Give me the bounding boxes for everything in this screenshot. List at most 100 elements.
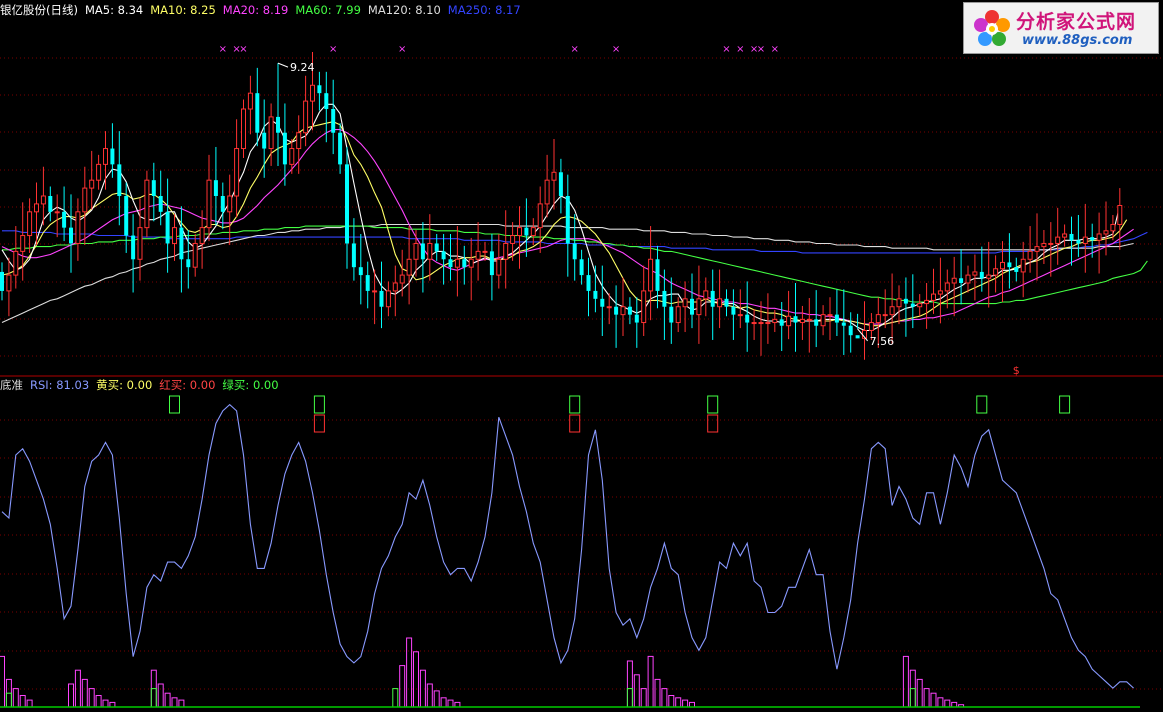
x-mark: × — [771, 44, 779, 55]
histogram-bar-magenta — [406, 637, 413, 708]
histogram-bar-magenta — [399, 665, 406, 708]
histogram-bar-green — [392, 688, 399, 708]
candle-body — [724, 298, 729, 307]
candle-body — [441, 251, 446, 260]
x-mark: × — [398, 44, 406, 55]
candle-body — [255, 93, 260, 133]
histogram-bar-magenta — [164, 692, 171, 708]
rsi-histogram — [0, 637, 965, 708]
histogram-bar-magenta — [675, 697, 682, 708]
candle-body — [117, 164, 122, 196]
candle-body — [669, 306, 674, 323]
legend-item: RSI: 81.03 — [30, 378, 90, 392]
candle-body — [806, 318, 812, 321]
candle-body — [1020, 258, 1026, 273]
candle-body — [1082, 236, 1088, 244]
histogram-bar-magenta — [95, 695, 102, 708]
candle-body — [1014, 267, 1019, 272]
candle-body — [227, 195, 233, 213]
candle-body — [1069, 233, 1074, 241]
candle-body — [896, 298, 902, 308]
histogram-bar-magenta — [447, 699, 454, 708]
candle-body — [758, 322, 764, 325]
candle-body — [103, 148, 108, 165]
legend-item: MA120: 8.10 — [367, 3, 441, 17]
site-logo[interactable]: 分析家公式网 www.88gs.com — [963, 2, 1159, 54]
histogram-bar-magenta — [426, 683, 433, 708]
candle-body — [544, 179, 550, 205]
legend-item: 黄买: 0.00 — [96, 378, 153, 392]
x-mark: × — [219, 44, 227, 55]
candle-body — [165, 211, 170, 244]
candle-body — [606, 306, 612, 309]
histogram-bar-magenta — [413, 651, 419, 708]
candle-body — [40, 195, 46, 205]
candle-body — [482, 250, 488, 253]
candle-body — [89, 179, 95, 189]
candle-body — [324, 93, 329, 109]
candle-body — [220, 196, 225, 212]
candle-body — [1076, 240, 1081, 244]
candle-body — [276, 116, 280, 133]
candle-body — [192, 242, 198, 268]
red-buy-marker — [313, 414, 325, 433]
candle-body — [889, 306, 895, 316]
candle-body — [399, 274, 405, 284]
histogram-bar-magenta — [102, 699, 109, 708]
candle-body — [903, 298, 908, 304]
candle-body — [703, 290, 709, 300]
candle-body — [241, 108, 246, 150]
candle-body — [634, 314, 639, 323]
candle-body — [986, 274, 992, 279]
candle-body — [496, 258, 502, 276]
candle-body — [27, 211, 33, 237]
candle-body — [75, 211, 81, 244]
histogram-bar-magenta — [640, 688, 647, 708]
candle-body — [110, 148, 115, 165]
candle-body — [392, 282, 398, 292]
candle-body — [530, 227, 536, 237]
candle-body — [965, 274, 971, 284]
candle-body — [48, 196, 53, 212]
candle-body — [379, 290, 384, 307]
candle-body — [1117, 204, 1123, 225]
candle-body — [475, 250, 481, 260]
green-buy-marker — [313, 395, 325, 414]
candle-body — [537, 203, 543, 229]
ma-line-ma10 — [1, 121, 1128, 327]
candle-body — [454, 258, 460, 268]
legend-item: MA60: 7.99 — [295, 3, 361, 17]
candle-body — [199, 227, 205, 244]
candle-body — [296, 132, 302, 150]
candle-body — [448, 259, 453, 268]
logo-title: 分析家公式网 — [1016, 11, 1137, 33]
candle-body — [690, 298, 694, 315]
candle-body — [868, 322, 874, 331]
flower-logo-icon — [974, 10, 1010, 46]
candle-body — [331, 109, 336, 133]
candle-body — [20, 235, 26, 252]
top-legend: 银亿股份(日线) MA5: 8.34 MA10: 8.25 MA20: 8.19 MA6… — [0, 2, 528, 18]
histogram-bar-magenta — [937, 697, 944, 708]
candle-body — [979, 271, 984, 279]
candle-body — [737, 314, 743, 317]
candle-body — [579, 259, 584, 276]
legend-item: MA250: 8.17 — [447, 3, 521, 17]
x-mark: × — [722, 44, 730, 55]
histogram-bar-magenta — [916, 678, 923, 708]
candle-body — [855, 335, 860, 339]
candle-body — [641, 290, 647, 324]
candle-body — [206, 179, 212, 229]
histogram-bar-magenta — [12, 688, 19, 708]
candle-body — [993, 268, 999, 276]
candle-body — [1062, 233, 1068, 238]
candle-body — [1007, 262, 1012, 268]
candle-body — [124, 196, 129, 236]
candle-body — [179, 227, 184, 260]
candle-body — [282, 132, 287, 165]
candle-body — [434, 243, 439, 252]
histogram-bar-magenta — [944, 699, 951, 708]
candle-body — [565, 196, 570, 244]
rsi-line — [1, 403, 1134, 689]
candle-body — [944, 282, 950, 292]
